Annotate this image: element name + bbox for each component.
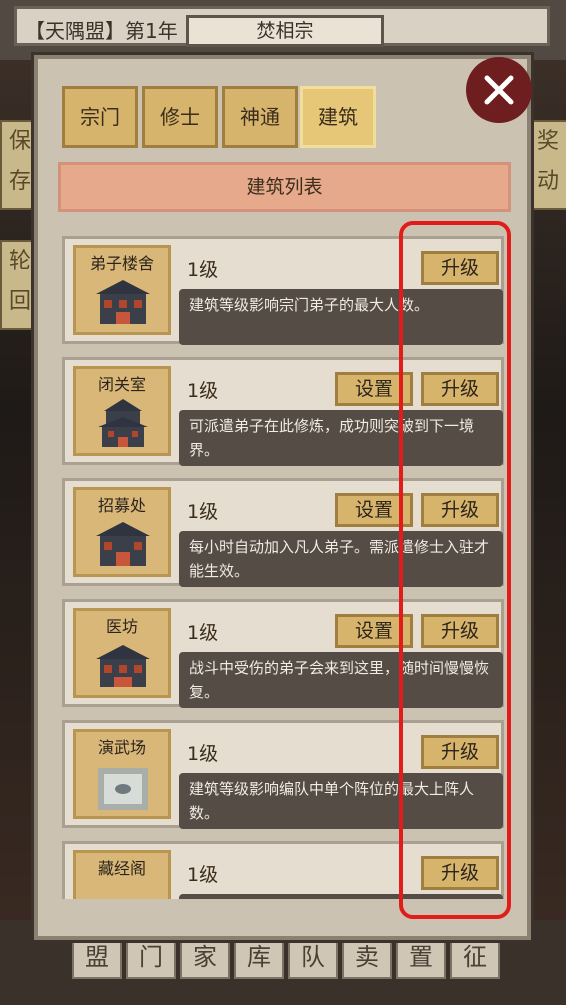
building-icon <box>98 399 148 447</box>
bottom-tab-team[interactable]: 队 <box>288 935 338 979</box>
building-thumbnail: 藏经阁 <box>73 850 171 899</box>
side-button-char: 轮 <box>8 249 31 274</box>
building-level: 1级 <box>187 864 219 886</box>
bottom-tab-settings[interactable]: 置 <box>396 935 446 979</box>
bottom-tab-sect[interactable]: 门 <box>126 935 176 979</box>
highlight-box <box>399 221 511 919</box>
side-button-char: 奖 <box>536 129 559 154</box>
list-header: 建筑列表 <box>58 162 511 212</box>
building-thumbnail: 演武场 <box>73 729 171 819</box>
side-button-char: 保 <box>8 129 31 154</box>
bottom-tab-alliance[interactable]: 盟 <box>72 935 122 979</box>
building-thumbnail: 医坊 <box>73 608 171 698</box>
side-button-char: 动 <box>536 169 559 194</box>
bottom-tab-storage[interactable]: 库 <box>234 935 284 979</box>
building-thumbnail: 弟子楼舍 <box>73 245 171 335</box>
bottom-tab-sell[interactable]: 卖 <box>342 935 392 979</box>
building-level: 1级 <box>187 259 219 281</box>
tab-sect[interactable]: 宗门 <box>62 86 138 148</box>
side-button-char: 回 <box>8 289 31 314</box>
sect-name: 焚相宗 <box>186 15 384 47</box>
building-level: 1级 <box>187 622 219 644</box>
building-name: 弟子楼舍 <box>89 254 154 273</box>
close-icon <box>484 75 514 105</box>
side-button-char: 存 <box>8 169 31 194</box>
tab-skills[interactable]: 神通 <box>222 86 298 148</box>
bottom-tab-home[interactable]: 家 <box>180 935 230 979</box>
building-name: 藏经阁 <box>97 859 146 878</box>
building-icon <box>96 522 150 566</box>
building-icon <box>98 768 148 810</box>
building-icon <box>96 645 150 687</box>
building-level: 1级 <box>187 380 219 402</box>
close-button[interactable] <box>466 57 532 123</box>
building-thumbnail: 闭关室 <box>73 366 171 456</box>
building-level: 1级 <box>187 743 219 765</box>
tab-buildings[interactable]: 建筑 <box>300 86 376 148</box>
building-thumbnail: 招募处 <box>73 487 171 577</box>
building-name: 医坊 <box>105 617 138 636</box>
tab-cultivators[interactable]: 修士 <box>142 86 218 148</box>
side-button-reward[interactable]: 奖 动 <box>528 120 566 210</box>
building-name: 招募处 <box>97 496 146 515</box>
building-name: 演武场 <box>97 738 146 757</box>
building-name: 闭关室 <box>97 375 146 394</box>
alliance-info: 【天隅盟】第1年 <box>25 19 178 43</box>
building-icon <box>96 280 150 324</box>
building-level: 1级 <box>187 501 219 523</box>
bottom-tab-expedition[interactable]: 征 <box>450 935 500 979</box>
